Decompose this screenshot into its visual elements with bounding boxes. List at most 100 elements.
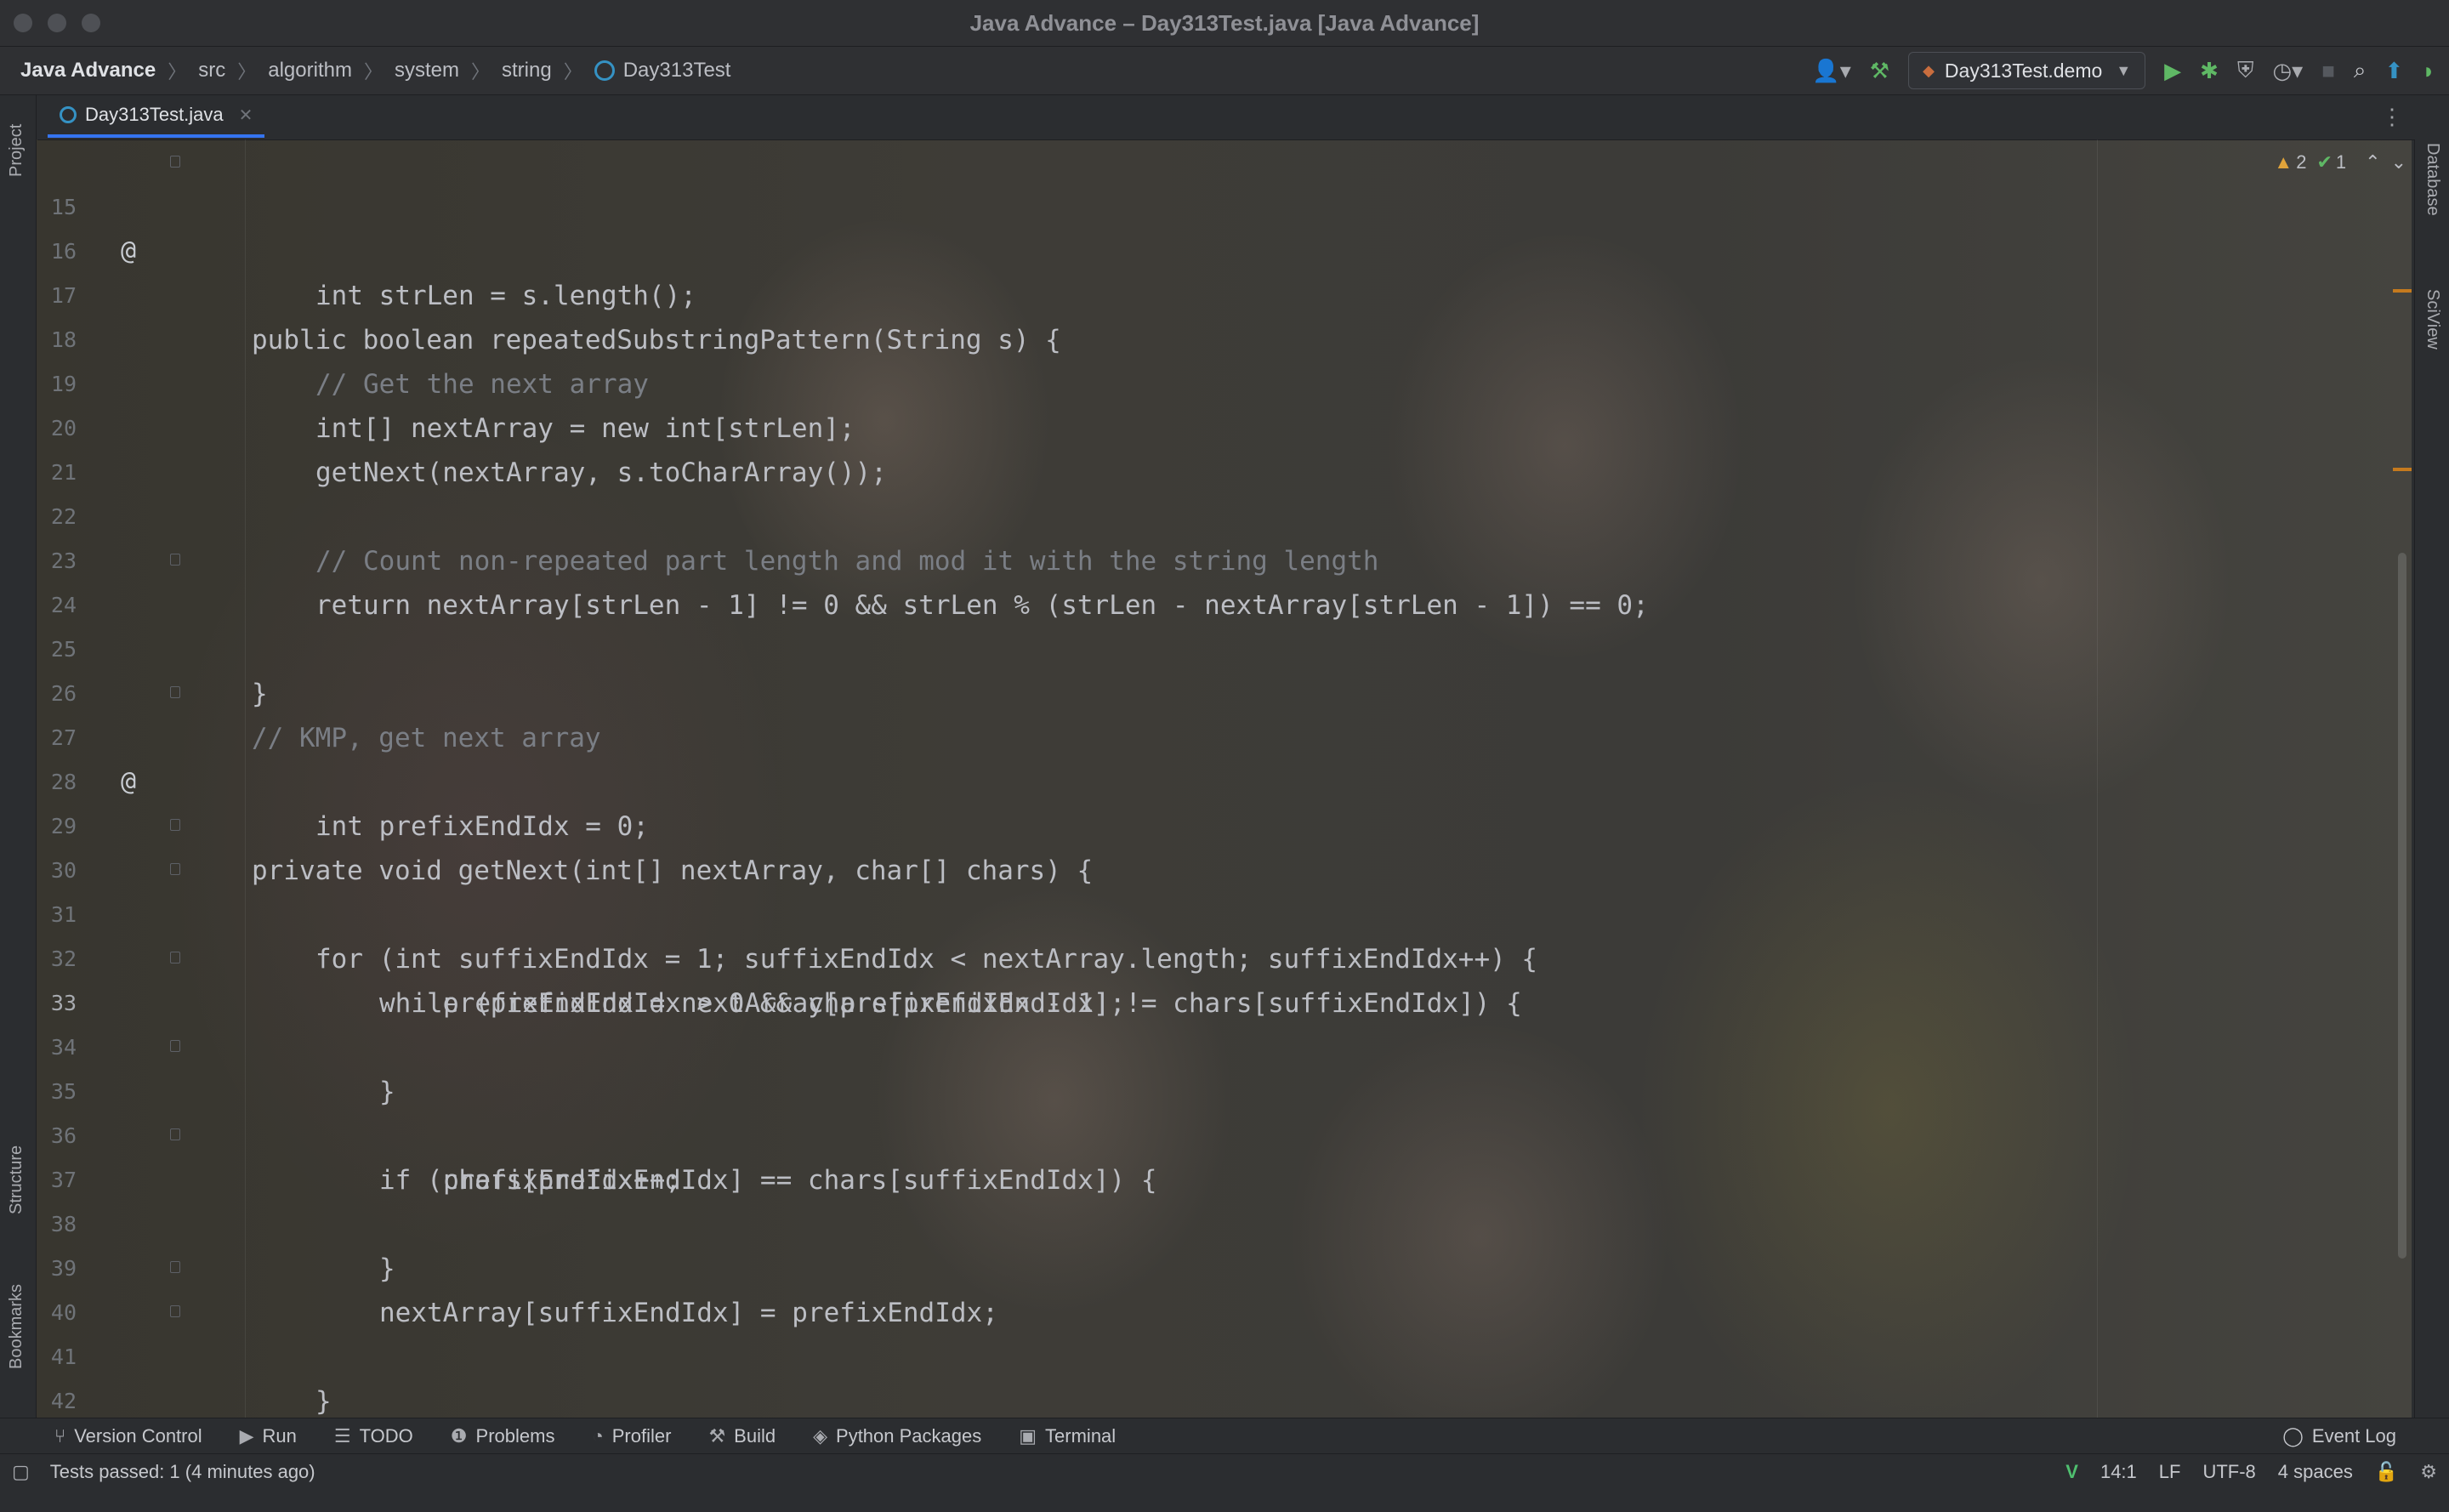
breadcrumb-separator-icon: 〉 — [471, 61, 491, 82]
warning-stripe-marker[interactable] — [2393, 468, 2412, 471]
indent-setting[interactable]: 4 spaces — [2278, 1461, 2353, 1483]
tool-window-profiler[interactable]: ◔ Profiler — [592, 1425, 671, 1447]
tool-window-python-packages[interactable]: ◈ Python Packages — [813, 1425, 981, 1447]
settings-gear-icon[interactable]: ⚙ — [2420, 1461, 2437, 1483]
debug-bug-icon[interactable]: ✱ — [2200, 58, 2219, 84]
code-line: 21 — [37, 406, 2376, 485]
line-separator[interactable]: LF — [2159, 1461, 2181, 1483]
tool-window-run[interactable]: ▶ Run — [240, 1425, 297, 1447]
breadcrumb-src[interactable]: src — [198, 59, 225, 82]
update-arrow-icon[interactable]: ⬆ — [2384, 58, 2403, 84]
search-icon[interactable]: ⌕ — [2354, 57, 2367, 84]
tool-window-todo[interactable]: ☰ TODO — [334, 1425, 413, 1447]
code-line: 32 prefixEndIdx = nextArray[prefixEndIdx… — [37, 893, 2376, 1019]
chevron-down-icon[interactable]: ⌄ — [2391, 151, 2406, 173]
run-icon: ▶ — [239, 1425, 254, 1447]
event-log-button[interactable]: ◯ Event Log — [2282, 1418, 2396, 1454]
vertical-scrollbar[interactable] — [2398, 553, 2406, 1259]
close-icon[interactable]: ✕ — [239, 105, 253, 126]
sciview-panel-tab[interactable]: SciView — [2423, 289, 2442, 350]
bookmarks-panel-tab[interactable]: Bookmarks — [7, 1284, 26, 1369]
code-line: 42 } — [37, 1335, 2376, 1461]
code-line: 35 if (chars[prefixEndIdx] == chars[suff… — [37, 1026, 2376, 1196]
tool-window-label: Profiler — [611, 1425, 672, 1447]
profile-icon[interactable]: ◷▾ — [2272, 58, 2303, 84]
branch-icon: ⑂ — [54, 1425, 66, 1447]
close-window-button[interactable] — [14, 14, 32, 32]
fold-icon[interactable] — [170, 554, 180, 566]
warning-stripe-marker[interactable] — [2393, 289, 2412, 293]
terminal-icon: ▣ — [1019, 1425, 1037, 1447]
left-tool-strip: Project Structure Bookmarks — [0, 95, 37, 1418]
breadcrumb-separator-icon: 〉 — [563, 61, 582, 82]
code-line: 26 // KMP, get next array — [37, 628, 2376, 753]
code-line: 18 // Get the next array — [37, 274, 2376, 400]
code-line: 39 nextArray[suffixEndIdx] = prefixEndId… — [37, 1202, 2376, 1328]
build-hammer-icon[interactable]: ⚒ — [1870, 58, 1889, 84]
run-configuration-label: Day313Test.demo — [1944, 59, 2103, 82]
tool-window-label: Build — [734, 1425, 776, 1447]
vim-plugin-icon[interactable]: V — [2065, 1461, 2078, 1483]
tool-window-label: Run — [262, 1425, 297, 1447]
fold-icon[interactable] — [170, 952, 180, 963]
breadcrumb-separator-icon: 〉 — [237, 61, 257, 82]
lock-icon[interactable]: 🔓 — [2375, 1461, 2398, 1483]
fold-icon[interactable] — [170, 1040, 180, 1052]
fold-icon[interactable] — [170, 1261, 180, 1273]
fold-icon[interactable] — [170, 156, 180, 168]
fold-icon[interactable] — [170, 819, 180, 831]
more-vertical-icon[interactable]: ⋮ — [2381, 104, 2403, 130]
code-line: 36 prefixEndIdx++; — [37, 1070, 2376, 1196]
fold-icon[interactable] — [170, 1128, 180, 1140]
project-panel-tab[interactable]: Project — [7, 124, 26, 177]
panel-toggle-icon[interactable]: ▢ — [12, 1461, 30, 1483]
event-log-icon: ◯ — [2282, 1425, 2304, 1447]
tool-window-terminal[interactable]: ▣ Terminal — [1019, 1425, 1116, 1447]
run-icon[interactable]: ▶ — [2164, 58, 2181, 84]
breadcrumb-algorithm[interactable]: algorithm — [268, 59, 352, 82]
status-bar: ▢ Tests passed: 1 (4 minutes ago) V 14:1… — [0, 1453, 2449, 1489]
caret-position[interactable]: 14:1 — [2100, 1461, 2137, 1483]
code-line: 40 } — [37, 1247, 2376, 1417]
breadcrumb-class[interactable]: Day313Test — [623, 59, 731, 82]
code-line: 37 } — [37, 1114, 2376, 1284]
code-editor[interactable]: 15 @ public boolean repeatedSubstringPat… — [37, 141, 2376, 1461]
code-line: 22 // Count non-repeated part length and… — [37, 451, 2376, 577]
tool-window-problems[interactable]: ❶ Problems — [451, 1425, 555, 1447]
code-line: 27 @ private void getNext(int[] nextArra… — [37, 672, 2376, 886]
breadcrumb-separator-icon: 〉 — [363, 61, 383, 82]
minimize-window-button[interactable] — [48, 14, 66, 32]
tool-window-version-control[interactable]: ⑂ Version Control — [54, 1425, 202, 1447]
code-line: 20 getNext(nextArray, s.toCharArray()); — [37, 362, 2376, 488]
package-icon: ◈ — [813, 1425, 828, 1447]
database-panel-tab[interactable]: Database — [2423, 143, 2442, 216]
code-line: 38 — [37, 1158, 2376, 1236]
zoom-window-button[interactable] — [82, 14, 100, 32]
coverage-shield-icon[interactable]: ⛨ — [2237, 57, 2254, 84]
code-line: 41 } — [37, 1291, 2376, 1461]
plugin-logo-icon[interactable]: ◗ — [2422, 58, 2435, 84]
breadcrumb-separator-icon: 〉 — [168, 61, 187, 82]
breadcrumb-string[interactable]: string — [502, 59, 552, 82]
status-message[interactable]: Tests passed: 1 (4 minutes ago) — [50, 1461, 315, 1483]
code-line: 31 while (prefixEndIdx > 0 && chars[pref… — [37, 849, 2376, 1019]
tool-window-label: Terminal — [1045, 1425, 1117, 1447]
run-configuration-select[interactable]: ◆ Day313Test.demo ▼ — [1908, 52, 2146, 89]
breadcrumb-project[interactable]: Java Advance — [20, 59, 156, 82]
navigation-bar: Java Advance 〉 src 〉 algorithm 〉 system 〉 st… — [0, 47, 2449, 95]
editor-tab-day313test[interactable]: Day313Test.java ✕ — [48, 95, 265, 138]
file-encoding[interactable]: UTF-8 — [2202, 1461, 2255, 1483]
fold-icon[interactable] — [170, 1305, 180, 1317]
tool-window-label: Version Control — [74, 1425, 202, 1447]
structure-panel-tab[interactable]: Structure — [7, 1145, 26, 1214]
stop-icon[interactable]: ■ — [2321, 58, 2335, 84]
window-title: Java Advance – Day313Test.java [Java Adv… — [969, 10, 1480, 36]
code-line: 29 — [37, 760, 2376, 838]
user-account-icon[interactable]: 👤▾ — [1812, 58, 1850, 84]
fold-icon[interactable] — [170, 863, 180, 875]
code-line: 19 int[] nextArray = new int[strLen]; — [37, 318, 2376, 444]
tool-window-build[interactable]: ⚒ Build — [708, 1425, 776, 1447]
editor-tab-strip: Day313Test.java ✕ ⋮ — [37, 95, 2415, 140]
fold-icon[interactable] — [170, 686, 180, 698]
breadcrumb-system[interactable]: system — [395, 59, 459, 82]
